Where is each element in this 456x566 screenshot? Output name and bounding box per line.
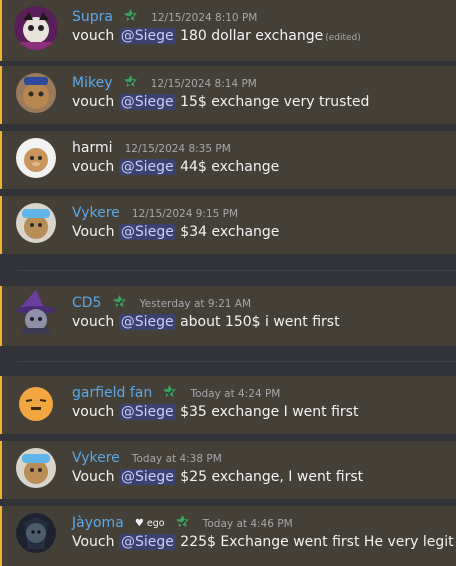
timestamp: 12/15/2024 8:35 PM xyxy=(124,143,231,155)
message-content: Vouch @Siege $34 exchange xyxy=(72,224,280,240)
user-tag[interactable]: ♥ ego xyxy=(135,514,165,534)
user-mention[interactable]: @Siege xyxy=(118,314,176,330)
timestamp: Today at 4:38 PM xyxy=(131,453,222,465)
username[interactable]: Mikey xyxy=(72,75,112,91)
avatar[interactable] xyxy=(16,203,56,243)
user-mention[interactable]: @Siege xyxy=(118,404,176,420)
edited-label: (edited) xyxy=(325,33,361,43)
avatar[interactable] xyxy=(16,138,56,178)
verified-vouch-icon xyxy=(112,295,126,307)
username[interactable]: harmi xyxy=(72,140,113,156)
username[interactable]: Vykere xyxy=(72,205,120,221)
avatar[interactable] xyxy=(12,288,58,334)
avatar[interactable] xyxy=(16,513,56,553)
message-content: vouch @Siege about 150$ i went first xyxy=(72,314,340,330)
message-content: vouch @Siege 180 dollar exchange (edited) xyxy=(72,28,361,44)
message-item[interactable]: Vykere Today at 4:38 PM Vouch @Siege $25… xyxy=(0,441,456,499)
timestamp: Yesterday at 9:21 AM xyxy=(139,298,252,310)
message-item[interactable]: CD5 Yesterday at 9:21 AM vouch @Siege ab… xyxy=(0,286,456,346)
verified-vouch-icon xyxy=(124,9,138,21)
message-content: Vouch @Siege 225$ Exchange went first He… xyxy=(72,534,454,550)
message-item[interactable]: garfield fan Today at 4:24 PM vouch @Sie… xyxy=(0,376,456,434)
timestamp: 12/15/2024 8:14 PM xyxy=(150,78,257,90)
heart-icon: ♥ xyxy=(134,518,144,529)
user-mention[interactable]: @Siege xyxy=(118,224,176,240)
username[interactable]: Vykere xyxy=(72,450,120,466)
username[interactable]: CD5 xyxy=(72,295,101,311)
avatar[interactable] xyxy=(16,448,56,488)
username[interactable]: Jàyoma xyxy=(72,515,124,531)
message-item[interactable]: harmi 12/15/2024 8:35 PM vouch @Siege 44… xyxy=(0,131,456,189)
message-content: Vouch @Siege $25 exchange, I went first xyxy=(72,469,364,485)
avatar[interactable] xyxy=(16,73,56,113)
user-mention[interactable]: @Siege xyxy=(118,159,176,175)
user-mention[interactable]: @Siege xyxy=(118,28,176,44)
divider xyxy=(18,270,456,271)
message-content: vouch @Siege 44$ exchange xyxy=(72,159,280,175)
timestamp: 12/15/2024 8:10 PM xyxy=(151,12,258,24)
message-item[interactable]: Mikey 12/15/2024 8:14 PM vouch @Siege 15… xyxy=(0,66,456,124)
verified-vouch-icon xyxy=(163,385,177,397)
message-item[interactable]: Jàyoma ♥ ego Today at 4:46 PM Vouch @Sie… xyxy=(0,506,456,566)
verified-vouch-icon xyxy=(123,75,137,87)
user-mention[interactable]: @Siege xyxy=(118,94,176,110)
message-item[interactable]: Supra 12/15/2024 8:10 PM vouch @Siege 18… xyxy=(0,0,456,61)
avatar[interactable] xyxy=(14,6,58,50)
user-mention[interactable]: @Siege xyxy=(118,534,176,550)
username[interactable]: garfield fan xyxy=(72,385,152,401)
verified-vouch-icon xyxy=(175,515,189,527)
message-content: vouch @Siege $35 exchange I went first xyxy=(72,404,359,420)
timestamp: Today at 4:24 PM xyxy=(190,388,281,400)
timestamp: Today at 4:46 PM xyxy=(202,518,293,530)
message-item[interactable]: Vykere 12/15/2024 9:15 PM Vouch @Siege $… xyxy=(0,196,456,254)
message-content: vouch @Siege 15$ exchange very trusted xyxy=(72,94,370,110)
username[interactable]: Supra xyxy=(72,9,113,25)
user-mention[interactable]: @Siege xyxy=(118,469,176,485)
divider xyxy=(18,361,456,362)
avatar[interactable] xyxy=(16,383,56,423)
timestamp: 12/15/2024 9:15 PM xyxy=(131,208,239,220)
